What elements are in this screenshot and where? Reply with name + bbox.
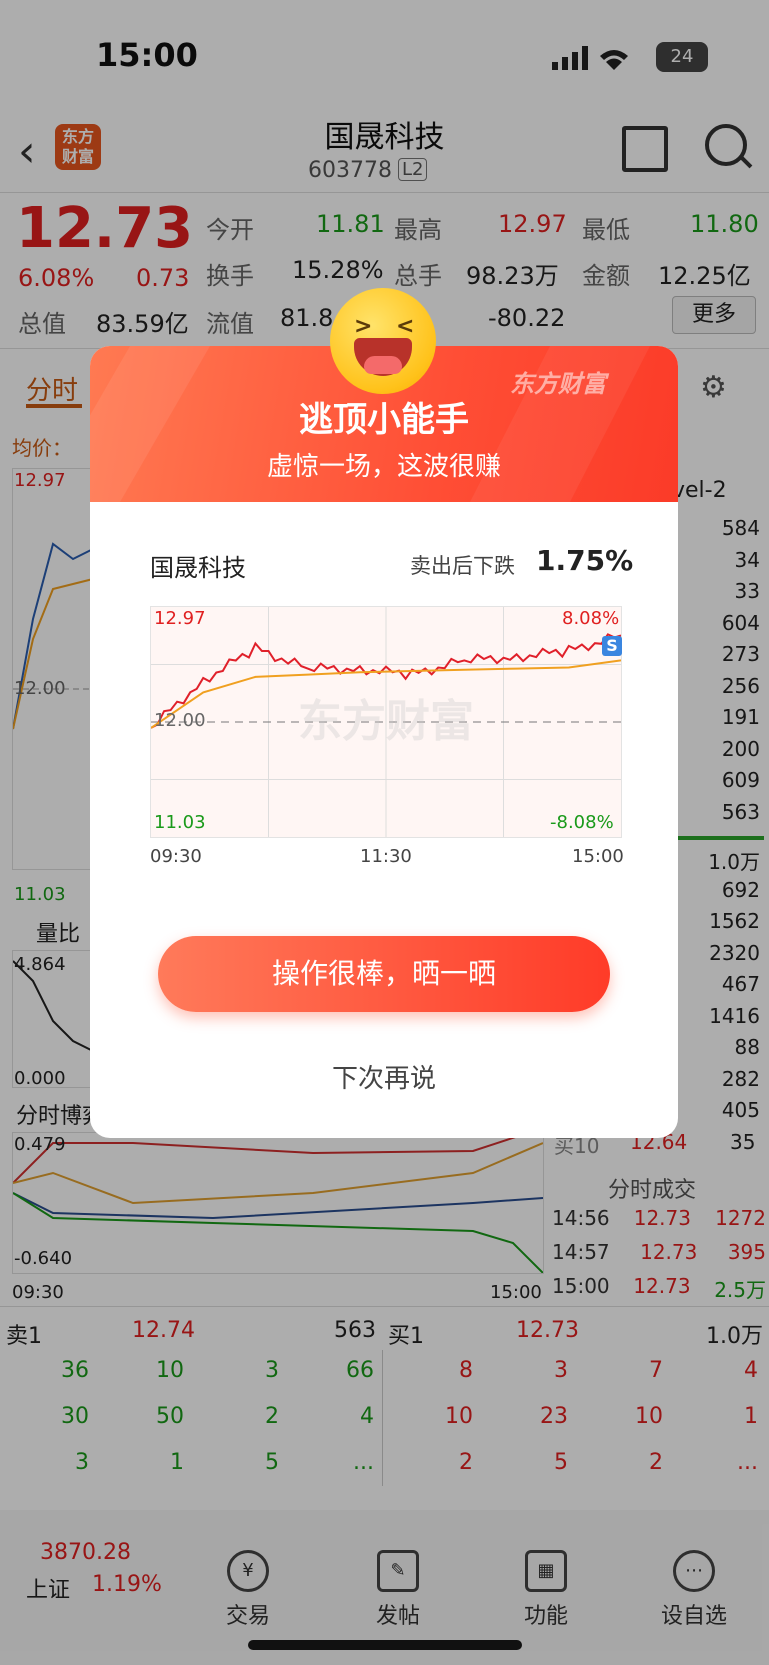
escape-top-modal: 东方财富 逃顶小能手 虚惊一场，这波很赚 国晟科技 卖出后下跌 1.75% 东方… [90, 346, 678, 1138]
chart-time-mid: 11:30 [360, 846, 412, 867]
share-button[interactable]: 操作很棒，晒一晒 [158, 936, 610, 1012]
laughing-emoji-icon: > < [330, 288, 436, 394]
modal-stock-name: 国晟科技 [150, 554, 246, 582]
sell-marker: S [602, 636, 622, 656]
chart-high-label: 12.97 [154, 608, 206, 629]
chart-mid-label: 12.00 [154, 710, 206, 731]
chart-time-end: 15:00 [572, 846, 624, 867]
modal-title: 逃顶小能手 [299, 400, 469, 440]
modal-subtitle: 虚惊一场，这波很赚 [266, 452, 501, 482]
chart-time-start: 09:30 [150, 846, 202, 867]
chart-low-label: 11.03 [154, 812, 206, 833]
chart-low-pct: -8.08% [550, 812, 614, 833]
later-button[interactable]: 下次再说 [90, 1058, 678, 1095]
chart-high-pct: 8.08% [562, 608, 620, 629]
home-indicator [248, 1640, 522, 1650]
chart-watermark: 东方财富 [298, 696, 474, 747]
drop-label: 卖出后下跌 [410, 554, 515, 578]
drop-value: 1.75% [536, 544, 634, 577]
modal-intraday-chart: 东方财富 [150, 606, 622, 838]
